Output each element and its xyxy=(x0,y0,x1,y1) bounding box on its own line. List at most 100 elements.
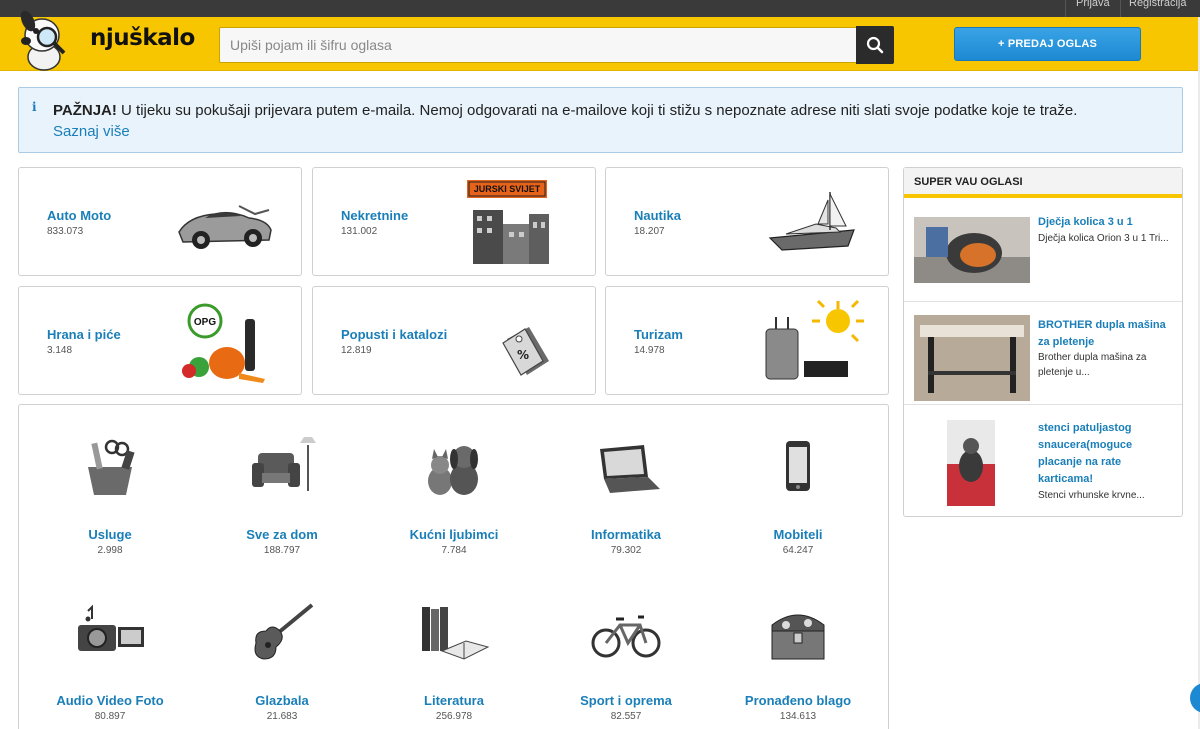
category-count: 134.613 xyxy=(779,711,817,722)
logo-text: njuškalo xyxy=(90,25,195,51)
books-icon xyxy=(422,607,490,660)
category-usluge[interactable]: Usluge 2.998 xyxy=(24,405,196,556)
category-audio-video-foto[interactable]: Audio Video Foto 80.897 xyxy=(24,571,196,722)
category-nautika[interactable]: Nautika 18.207 xyxy=(605,167,889,276)
category-name: Nekretnine xyxy=(341,208,409,223)
category-count: 21.683 xyxy=(266,711,298,722)
top-bar-divider xyxy=(1120,0,1121,17)
bicycle-icon xyxy=(591,615,661,658)
category-count: 12.819 xyxy=(341,345,372,356)
ad-item[interactable]: BROTHER dupla mašina za pletenje Brother… xyxy=(904,305,1182,405)
tools-icon xyxy=(88,439,135,495)
category-count: 256.978 xyxy=(435,711,473,722)
category-glazbala[interactable]: Glazbala 21.683 xyxy=(196,571,368,722)
category-kucni-ljubimci[interactable]: Kućni ljubimci 7.784 xyxy=(368,405,540,556)
ad-thumbnail[interactable] xyxy=(947,420,995,506)
category-auto-moto[interactable]: Auto Moto 833.073 xyxy=(18,167,302,276)
vegetables-icon: OPG xyxy=(182,303,265,383)
laptop-icon xyxy=(600,445,660,493)
category-name: Literatura xyxy=(424,693,484,708)
category-mobiteli[interactable]: Mobiteli 64.247 xyxy=(712,405,884,556)
ad-description: Dječja kolica Orion 3 u 1 Tri... xyxy=(1038,233,1169,244)
category-name: Kućni ljubimci xyxy=(409,527,499,542)
badge-text: OPG xyxy=(194,317,216,328)
learn-more-link[interactable]: Saznaj više xyxy=(53,123,130,140)
register-link[interactable]: Registracija xyxy=(1129,0,1186,9)
search-button[interactable] xyxy=(856,26,894,64)
notice-body: U tijeku su pokušaji prijevara putem e-m… xyxy=(116,102,1078,119)
category-name: Usluge xyxy=(88,527,132,542)
top-bar-divider xyxy=(1065,0,1066,17)
boat-icon xyxy=(768,192,855,251)
dog-mascot-icon xyxy=(20,10,66,71)
category-count: 79.302 xyxy=(610,545,642,556)
site-logo[interactable]: njuškalo xyxy=(14,9,195,75)
ad-title[interactable]: stenci patuljastog snaucera(moguce placa… xyxy=(1038,420,1178,488)
armchair-icon xyxy=(252,437,316,491)
category-count: 18.207 xyxy=(634,226,665,237)
notice-text: PAŽNJA! U tijeku su pokušaji prijevara p… xyxy=(53,101,1077,121)
category-name: Sport i oprema xyxy=(580,693,672,708)
category-informatika[interactable]: Informatika 79.302 xyxy=(540,405,712,556)
chat-button[interactable] xyxy=(1190,683,1200,713)
category-count: 2.998 xyxy=(97,545,123,556)
badge-text: JURSKI SVIJET xyxy=(474,184,541,194)
category-hrana-i-pice[interactable]: Hrana i piće 3.148 OPG xyxy=(18,286,302,395)
ad-description: Brother dupla mašina za pletenje u... xyxy=(1038,352,1147,378)
info-icon: i xyxy=(32,100,37,114)
ad-thumbnail[interactable] xyxy=(914,217,1030,283)
category-literatura[interactable]: Literatura 256.978 xyxy=(368,571,540,722)
ad-item[interactable]: Dječja kolica 3 u 1 Dječja kolica Orion … xyxy=(904,202,1182,302)
login-link[interactable]: Prijava xyxy=(1076,0,1110,9)
category-count: 7.784 xyxy=(441,545,467,556)
discount-tag-icon: % xyxy=(502,327,549,376)
category-name: Nautika xyxy=(634,208,681,223)
category-count: 3.148 xyxy=(47,345,73,356)
panel-title: SUPER VAU OGLASI xyxy=(904,168,1182,198)
pets-icon xyxy=(428,446,478,495)
phone-icon xyxy=(786,441,810,491)
category-count: 64.247 xyxy=(782,545,814,556)
search-icon xyxy=(866,36,884,54)
treasure-chest-icon xyxy=(771,614,825,660)
category-count: 82.557 xyxy=(610,711,642,722)
ad-description: Stenci vrhunske krvne... xyxy=(1038,490,1145,501)
category-sport-i-oprema[interactable]: Sport i oprema 82.557 xyxy=(540,571,712,722)
notice-title: PAŽNJA! xyxy=(53,102,117,119)
category-sve-za-dom[interactable]: Sve za dom 188.797 xyxy=(196,405,368,556)
category-count: 14.978 xyxy=(634,345,665,356)
ad-title[interactable]: Dječja kolica 3 u 1 xyxy=(1038,214,1178,231)
category-grid: Usluge 2.998 Sve za dom 188.797 Kućni lj… xyxy=(18,404,889,729)
ad-thumbnail[interactable] xyxy=(914,315,1030,401)
search-input[interactable]: Upiši pojam ili šifru oglasa xyxy=(219,27,857,63)
suitcase-sun-icon xyxy=(765,299,864,380)
svg-text:%: % xyxy=(517,348,529,362)
category-name: Turizam xyxy=(634,327,683,342)
ad-title[interactable]: BROTHER dupla mašina za pletenje xyxy=(1038,317,1178,351)
category-name: Glazbala xyxy=(255,693,309,708)
buildings-icon: JURSKI SVIJET xyxy=(467,180,549,264)
car-icon xyxy=(178,205,272,249)
ad-item[interactable]: stenci patuljastog snaucera(moguce placa… xyxy=(904,408,1182,516)
category-pronadeno-blago[interactable]: Pronađeno blago 134.613 xyxy=(712,571,884,722)
category-turizam[interactable]: Turizam 14.978 xyxy=(605,286,889,395)
category-name: Informatika xyxy=(590,527,662,542)
category-count: 188.797 xyxy=(263,545,301,556)
category-nekretnine[interactable]: Nekretnine 131.002 JURSKI SVIJET xyxy=(312,167,596,276)
category-count: 833.073 xyxy=(47,226,84,237)
category-name: Popusti i katalozi xyxy=(341,327,448,342)
camera-icon xyxy=(78,604,144,651)
site-header: njuškalo Upiši pojam ili šifru oglasa + … xyxy=(0,10,1200,71)
sell-ad-button[interactable]: + PREDAJ OGLAS xyxy=(954,27,1141,61)
category-count: 131.002 xyxy=(341,226,378,237)
category-name: Auto Moto xyxy=(47,208,112,223)
category-count: 80.897 xyxy=(94,711,126,722)
category-name: Pronađeno blago xyxy=(744,693,852,708)
category-name: Mobiteli xyxy=(773,527,823,542)
super-vau-ads-panel: SUPER VAU OGLASI Dječja kolica 3 u 1 Dje… xyxy=(903,167,1183,517)
category-popusti-i-katalozi[interactable]: Popusti i katalozi 12.819 % xyxy=(312,286,596,395)
category-name: Hrana i piće xyxy=(47,327,121,342)
guitar-icon xyxy=(254,603,314,660)
fraud-warning-notice: i PAŽNJA! U tijeku su pokušaji prijevara… xyxy=(18,87,1183,153)
category-name: Sve za dom xyxy=(246,527,318,542)
